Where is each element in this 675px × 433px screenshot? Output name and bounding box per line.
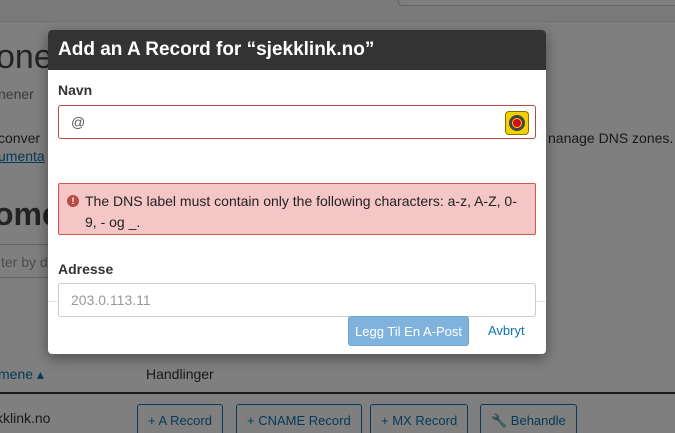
add-a-record-dialog: Add an A Record for “sjekklink.no” Navn …: [48, 30, 546, 354]
validation-error: ! The DNS label must contain only the fo…: [58, 183, 536, 235]
browser-extension-icon[interactable]: [505, 111, 529, 135]
name-label: Navn: [58, 82, 93, 98]
dialog-title: Add an A Record for “sjekklink.no”: [48, 30, 546, 70]
add-a-record-submit-button[interactable]: Legg Til En A-Post: [348, 316, 469, 346]
name-input-value: @: [71, 114, 86, 130]
dialog-footer: Legg Til En A-Post Avbryt: [48, 302, 546, 354]
address-label: Adresse: [58, 261, 114, 277]
cancel-button[interactable]: Avbryt: [488, 323, 525, 338]
name-input[interactable]: @: [58, 105, 536, 139]
validation-error-text: The DNS label must contain only the foll…: [85, 193, 517, 230]
dialog-body: Navn @ ! The DNS label must contain only…: [48, 70, 546, 317]
exclamation-circle-icon: !: [67, 195, 79, 207]
